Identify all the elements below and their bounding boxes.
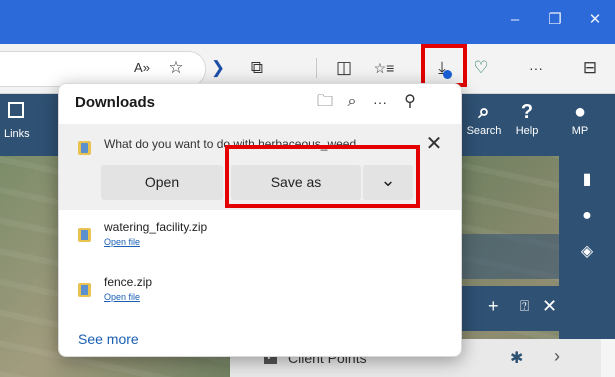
- read-aloud-icon[interactable]: A»: [128, 54, 156, 82]
- split-screen-icon[interactable]: ◫: [330, 54, 358, 82]
- close-window-button[interactable]: ✕: [580, 10, 610, 30]
- toolbar-separator: [316, 58, 317, 78]
- highlight-box-save-as: [225, 145, 420, 208]
- file-icon: [78, 283, 91, 297]
- map-action-bar: + ⍰ ✕: [462, 286, 559, 331]
- scrollbar[interactable]: [601, 339, 615, 377]
- open-button[interactable]: Open: [101, 165, 223, 200]
- user-icon: ●: [573, 101, 587, 123]
- map-side-panel: ▮ ● ◈: [559, 156, 615, 356]
- chevron-right-icon[interactable]: ›: [554, 346, 560, 367]
- close-icon[interactable]: ✕: [422, 132, 446, 156]
- help-button[interactable]: ? Help: [512, 100, 542, 138]
- help-circle-icon[interactable]: ⍰: [520, 298, 529, 315]
- gear-icon[interactable]: ✱: [510, 348, 523, 368]
- search-icon[interactable]: ⌕: [339, 90, 365, 114]
- open-file-link[interactable]: Open file: [104, 237, 140, 247]
- download-item-name: fence.zip: [104, 275, 153, 289]
- file-icon: [78, 141, 91, 155]
- see-more-link[interactable]: See more: [78, 331, 139, 347]
- downloads-flyout: Downloads 🗀 ⌕ ··· ⚲ What do you want to …: [58, 83, 462, 357]
- close-panel-icon[interactable]: ✕: [542, 296, 557, 317]
- open-folder-icon[interactable]: 🗀: [312, 90, 338, 114]
- help-icon: ?: [520, 101, 534, 123]
- downloads-title: Downloads: [75, 94, 156, 111]
- external-link-icon: [8, 102, 24, 118]
- search-button[interactable]: ⌕ Search: [464, 100, 504, 138]
- layers-icon[interactable]: ▮: [575, 168, 599, 192]
- favorite-star-icon[interactable]: ☆: [162, 54, 190, 82]
- pin-icon[interactable]: ●: [575, 204, 599, 228]
- download-item-name: watering_facility.zip: [104, 220, 208, 234]
- search-icon: ⌕: [478, 101, 490, 123]
- more-options-icon[interactable]: ···: [367, 90, 393, 114]
- browser-health-icon[interactable]: ♡: [467, 54, 495, 82]
- highlight-box-downloads: [421, 44, 467, 87]
- open-file-link[interactable]: Open file: [104, 292, 140, 302]
- extensions-puzzle-icon[interactable]: ⧉: [243, 54, 271, 82]
- sidebar-toggle-icon[interactable]: ⊟: [576, 54, 604, 82]
- restore-button[interactable]: ❐: [540, 10, 570, 30]
- file-icon: [78, 228, 91, 242]
- tag-icon[interactable]: ◈: [575, 240, 599, 264]
- favorites-list-icon[interactable]: ☆≡: [370, 54, 398, 82]
- user-menu-button[interactable]: ● MP: [560, 100, 600, 138]
- minimize-button[interactable]: –: [500, 10, 530, 30]
- extension-icon[interactable]: ❯: [204, 54, 232, 82]
- browser-titlebar: – ❐ ✕: [0, 0, 615, 44]
- add-icon[interactable]: +: [488, 296, 499, 317]
- more-menu-icon[interactable]: ···: [522, 54, 550, 82]
- pin-icon[interactable]: ⚲: [397, 90, 423, 114]
